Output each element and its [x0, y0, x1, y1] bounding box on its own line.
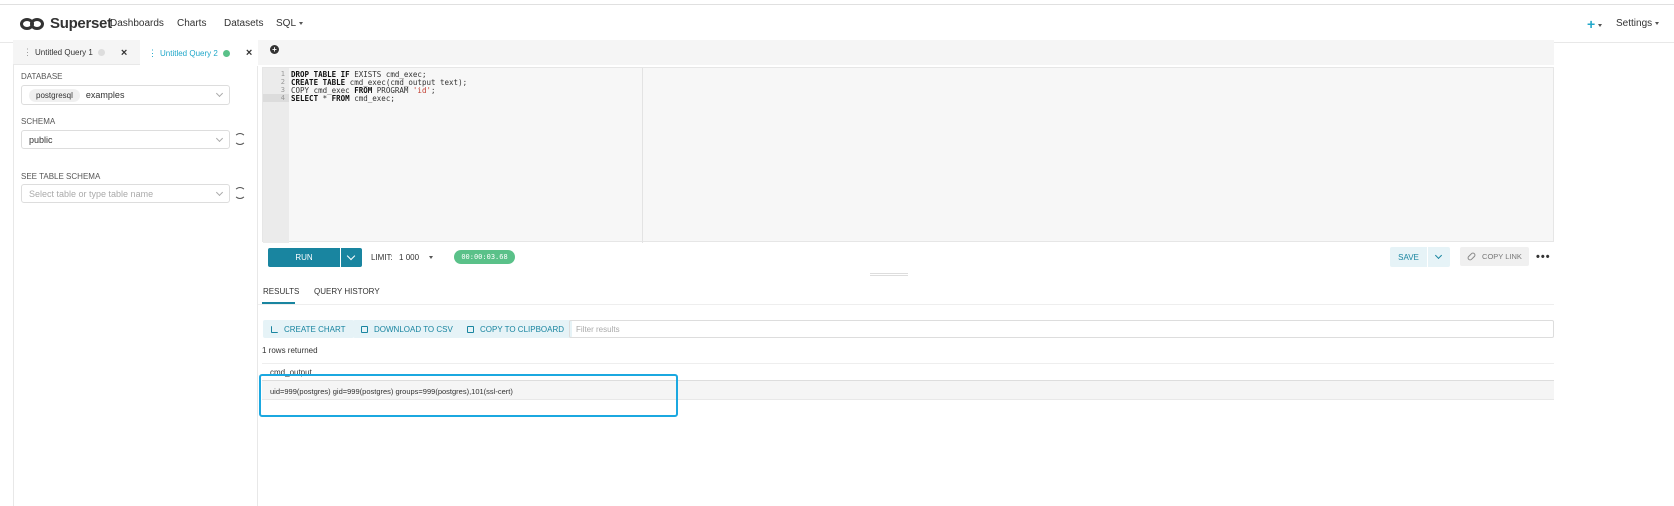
plus-icon: +: [1587, 16, 1596, 32]
filter-results-input[interactable]: Filter results: [569, 320, 1554, 338]
code-keyword: SELECT: [291, 94, 323, 103]
close-icon[interactable]: ×: [246, 47, 252, 59]
code-keyword: FROM: [331, 94, 355, 103]
chevron-down-icon: [1598, 23, 1603, 27]
file-icon: [361, 325, 368, 333]
copy-link-label: COPY LINK: [1482, 252, 1522, 261]
query-tabs: ⋮ Untitled Query 1 × ⋮ Untitled Query 2 …: [13, 40, 258, 66]
refresh-icon[interactable]: [234, 187, 246, 199]
nav-dashboards[interactable]: Dashboards: [110, 18, 164, 29]
plus-icon: +: [272, 45, 277, 54]
chevron-down-icon: [1655, 21, 1660, 25]
tab-query-history[interactable]: QUERY HISTORY: [314, 287, 380, 296]
schema-select[interactable]: public: [21, 130, 230, 149]
database-select[interactable]: postgresql examples: [21, 85, 230, 105]
schema-value: public: [29, 134, 53, 145]
table-select[interactable]: Select table or type table name: [21, 184, 230, 203]
active-tab-indicator: [262, 302, 295, 304]
query-tab-2[interactable]: ⋮ Untitled Query 2 ×: [140, 40, 258, 66]
chevron-down-icon: [215, 89, 224, 98]
chart-icon: [271, 325, 278, 333]
create-chart-button[interactable]: CREATE CHART: [263, 320, 354, 338]
save-options-dropdown[interactable]: [1428, 247, 1450, 267]
schema-label: SCHEMA: [21, 117, 56, 126]
table-select-placeholder: Select table or type table name: [29, 188, 154, 199]
nav-datasets[interactable]: Datasets: [224, 18, 263, 29]
add-new-button[interactable]: +: [1587, 16, 1603, 32]
close-icon[interactable]: ×: [121, 47, 127, 59]
nav-sql-menu[interactable]: SQL: [276, 18, 304, 29]
download-csv-button[interactable]: DOWNLOAD TO CSV: [353, 320, 461, 338]
add-query-tab-button[interactable]: +: [270, 45, 279, 54]
editor-toolbar: RUN LIMIT: 1 000 00:00:03.68 SAVE COPY L…: [262, 244, 1554, 271]
resize-handle[interactable]: [870, 273, 908, 276]
limit-dropdown[interactable]: LIMIT: 1 000: [371, 253, 434, 262]
status-idle-icon: [97, 49, 105, 56]
query-tab-label: Untitled Query 1: [35, 48, 93, 57]
database-value: examples: [85, 90, 125, 100]
filter-placeholder: Filter results: [576, 324, 620, 334]
drag-dots-icon: ⋮: [148, 47, 157, 58]
query-tab-strip-bg: [258, 40, 1554, 65]
top-navbar: Superset Dashboards Charts Datasets SQL …: [0, 4, 1674, 43]
superset-logo-icon: [20, 17, 46, 31]
save-button[interactable]: SAVE: [1390, 247, 1427, 267]
refresh-icon[interactable]: [234, 133, 246, 145]
editor-gutter: 1 2 3 4: [263, 68, 289, 243]
superset-logo[interactable]: Superset: [20, 15, 112, 32]
code-token: cmd_exec;: [354, 94, 395, 103]
create-chart-label: CREATE CHART: [284, 324, 346, 334]
code-token: *: [322, 94, 332, 103]
limit-value: 1 000: [399, 253, 420, 262]
copy-icon: [467, 325, 474, 333]
drag-dots-icon: ⋮: [23, 47, 32, 57]
status-success-icon: [222, 49, 230, 57]
query-timer: 00:00:03.68: [454, 250, 515, 264]
rows-returned: 1 rows returned: [262, 346, 318, 355]
database-label: DATABASE: [21, 72, 63, 81]
settings-label: Settings: [1616, 18, 1653, 29]
chevron-down-icon: [215, 188, 224, 197]
query-tab-label: Untitled Query 2: [160, 48, 218, 58]
line-number: 3: [280, 86, 285, 94]
code-string: 'id': [412, 86, 431, 95]
run-options-dropdown[interactable]: [341, 248, 362, 267]
line-number: 2: [280, 78, 285, 86]
highlight-annotation: [259, 374, 678, 417]
settings-menu[interactable]: Settings: [1616, 18, 1660, 29]
print-margin: [642, 68, 643, 243]
table-schema-label: SEE TABLE SCHEMA: [21, 172, 101, 181]
chevron-down-icon: [429, 256, 434, 260]
download-csv-label: DOWNLOAD TO CSV: [374, 324, 453, 334]
brand-name: Superset: [50, 15, 112, 32]
code-token: ;: [430, 86, 436, 95]
nav-charts[interactable]: Charts: [177, 18, 206, 29]
more-options-icon[interactable]: •••: [1536, 251, 1551, 263]
chevron-down-icon: [299, 21, 304, 25]
tabs-divider: [258, 304, 1554, 305]
sql-editor[interactable]: 1 2 3 4 DROP TABLE IF EXISTS cmd_exec; CR…: [262, 67, 1554, 243]
copy-link-button[interactable]: COPY LINK: [1460, 247, 1529, 266]
copy-clipboard-label: COPY TO CLIPBOARD: [480, 324, 565, 334]
chevron-down-icon: [215, 134, 224, 143]
code-line[interactable]: SELECT * FROM cmd_exec;: [291, 94, 395, 103]
database-type-tag: postgresql: [29, 88, 80, 102]
sql-lab-sidebar: [13, 40, 258, 506]
tab-results[interactable]: RESULTS: [263, 287, 299, 296]
run-button[interactable]: RUN: [268, 248, 340, 267]
line-number: 1: [280, 70, 285, 78]
limit-label: LIMIT:: [371, 253, 393, 262]
query-tab-1[interactable]: ⋮ Untitled Query 1 ×: [23, 40, 127, 65]
copy-clipboard-button[interactable]: COPY TO CLIPBOARD: [459, 320, 573, 338]
nav-sql-label: SQL: [276, 18, 297, 29]
line-number: 4: [263, 94, 289, 102]
link-icon: [1466, 251, 1477, 262]
